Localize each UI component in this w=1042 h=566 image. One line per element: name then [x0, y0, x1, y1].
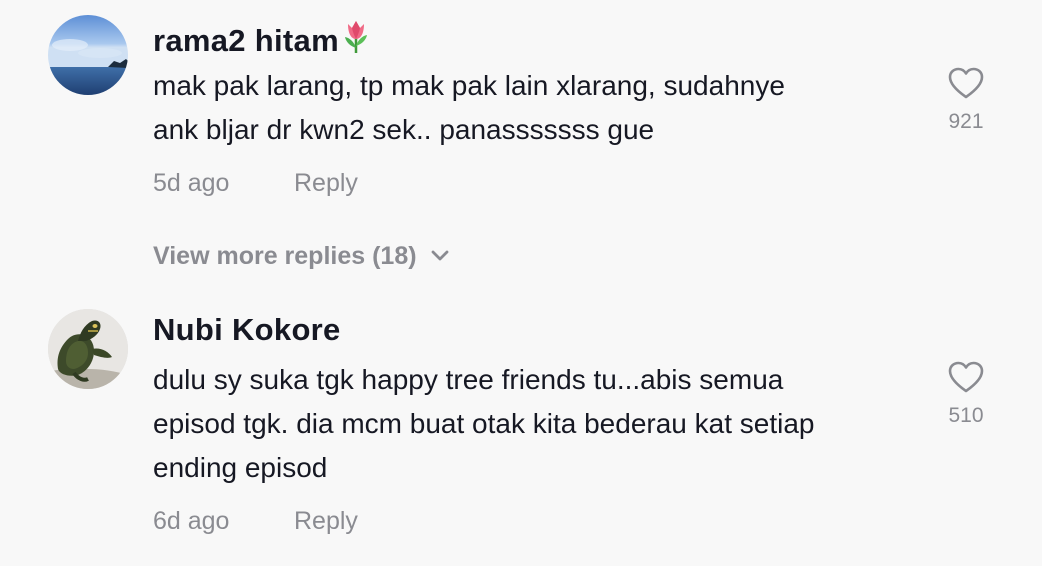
- comment-username[interactable]: rama2 hitam: [153, 18, 371, 62]
- comment-timestamp: 6d ago: [153, 507, 230, 535]
- heart-icon[interactable]: [947, 360, 985, 394]
- sea-landscape-avatar-image: [48, 15, 128, 95]
- chevron-down-icon: [431, 240, 449, 269]
- like-count: 921: [948, 110, 984, 133]
- comment-text-line: dulu sy suka tgk happy tree friends tu..…: [153, 364, 784, 395]
- comment-username[interactable]: Nubi Kokore: [153, 312, 341, 348]
- avatar[interactable]: [48, 309, 128, 389]
- heart-icon[interactable]: [947, 66, 985, 100]
- comment-timestamp: 5d ago: [153, 169, 230, 197]
- view-more-replies-label: View more replies (18): [153, 242, 417, 270]
- view-more-replies-button[interactable]: View more replies (18): [153, 240, 449, 271]
- like-control: 510: [938, 360, 994, 428]
- username-text: rama2 hitam: [153, 23, 339, 58]
- comment-meta: 5d ago Reply: [153, 169, 358, 198]
- like-control: 921: [938, 66, 994, 134]
- reply-button[interactable]: Reply: [294, 169, 358, 198]
- comment-text: dulu sy suka tgk happy tree friends tu..…: [153, 358, 913, 490]
- comment-text-line: ank bljar dr kwn2 sek.. panasssssss gue: [153, 114, 655, 145]
- username-text: Nubi Kokore: [153, 312, 341, 347]
- comment-text: mak pak larang, tp mak pak lain xlarang,…: [153, 64, 913, 152]
- turtle-avatar-image: [48, 309, 128, 389]
- like-count: 510: [948, 404, 984, 427]
- reply-button[interactable]: Reply: [294, 507, 358, 536]
- comment-text-line: episod tgk. dia mcm buat otak kita beder…: [153, 408, 815, 439]
- comment-text-line: ending episod: [153, 452, 328, 483]
- comment-text-line: mak pak larang, tp mak pak lain xlarang,…: [153, 70, 785, 101]
- tulip-icon: [341, 18, 371, 62]
- comment-meta: 6d ago Reply: [153, 507, 358, 536]
- avatar[interactable]: [48, 15, 128, 95]
